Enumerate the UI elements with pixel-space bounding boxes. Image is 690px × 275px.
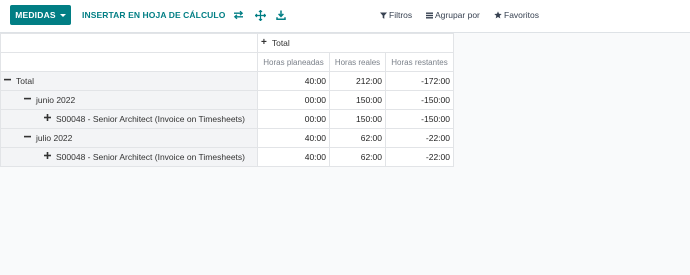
group-by-toggle[interactable]: Agrupar por [426, 8, 480, 22]
row-header-label: S00048 - Senior Architect (Invoice on Ti… [56, 113, 245, 124]
table-cell[interactable]: 00:00 [257, 109, 330, 129]
table-cell[interactable]: 150:00 [329, 90, 386, 110]
row-header-label: Total [16, 75, 34, 86]
table-cell[interactable]: 00:00 [257, 90, 330, 110]
favorites-label: Favoritos [504, 10, 539, 20]
measure-header-remaining-hours[interactable]: Horas restantes [385, 52, 454, 72]
column-header-label: Total [271, 37, 290, 48]
measures-label: MEDIDAS [15, 10, 56, 20]
pivot-corner-cell [0, 33, 258, 53]
table-cell[interactable]: 150:00 [329, 109, 386, 129]
pivot-body: Total 40:00 212:00 -172:00 junio 2022 00:00 15… [0, 71, 454, 167]
table-row: Total 40:00 212:00 -172:00 [0, 71, 454, 91]
table-row: S00048 - Senior Architect (Invoice on Ti… [0, 147, 454, 167]
table-row: junio 2022 00:00 150:00 -150:00 [0, 90, 454, 110]
favorites-toggle[interactable]: Favoritos [494, 8, 539, 22]
plus-icon: + [261, 37, 267, 49]
measure-header-planned-hours[interactable]: Horas planeadas [257, 52, 330, 72]
measures-dropdown-button[interactable]: MEDIDAS [10, 5, 71, 25]
row-header-label: junio 2022 [36, 94, 76, 105]
table-row: S00048 - Senior Architect (Invoice on Ti… [0, 109, 454, 129]
table-row: julio 2022 40:00 62:00 -22:00 [0, 128, 454, 148]
star-icon [494, 11, 502, 19]
row-header-label: julio 2022 [36, 132, 73, 143]
caret-down-icon [59, 13, 66, 17]
row-header[interactable]: S00048 - Senior Architect (Invoice on Ti… [0, 147, 258, 167]
insert-in-spreadsheet-button[interactable]: INSERTAR EN HOJA DE CÁLCULO [82, 8, 225, 22]
table-cell[interactable]: 40:00 [257, 147, 330, 167]
group-by-icon [426, 12, 433, 18]
table-cell[interactable]: -150:00 [385, 109, 454, 129]
table-cell[interactable]: 40:00 [257, 71, 330, 91]
row-header-label: S00048 - Senior Architect (Invoice on Ti… [56, 151, 245, 162]
row-header[interactable]: julio 2022 [0, 128, 258, 148]
minus-icon [4, 76, 11, 86]
row-header[interactable]: Total [0, 71, 258, 91]
plus-icon [44, 114, 51, 124]
column-header-total[interactable]: + Total [257, 33, 454, 53]
table-cell[interactable]: 62:00 [329, 128, 386, 148]
table-cell[interactable]: 62:00 [329, 147, 386, 167]
pivot-corner-cell [0, 52, 258, 72]
minus-icon [24, 133, 31, 143]
download-icon[interactable] [274, 8, 288, 22]
table-cell[interactable]: -172:00 [385, 71, 454, 91]
row-header[interactable]: S00048 - Senior Architect (Invoice on Ti… [0, 109, 258, 129]
table-cell[interactable]: -22:00 [385, 128, 454, 148]
group-by-label: Agrupar por [435, 10, 480, 20]
expand-all-icon[interactable] [253, 8, 267, 22]
flip-axis-icon[interactable] [231, 8, 245, 22]
pivot-table: + Total Horas planeadas Horas reales Hora… [0, 33, 454, 167]
table-cell[interactable]: 212:00 [329, 71, 386, 91]
control-panel: MEDIDAS INSERTAR EN HOJA DE CÁLCULO Filt… [0, 0, 690, 33]
filters-label: Filtros [389, 10, 413, 20]
filter-icon [380, 12, 387, 19]
minus-icon [24, 95, 31, 105]
row-header[interactable]: junio 2022 [0, 90, 258, 110]
filters-toggle[interactable]: Filtros [380, 8, 412, 22]
plus-icon [44, 152, 51, 162]
table-cell[interactable]: 40:00 [257, 128, 330, 148]
table-cell[interactable]: -22:00 [385, 147, 454, 167]
measure-header-actual-hours[interactable]: Horas reales [329, 52, 386, 72]
table-cell[interactable]: -150:00 [385, 90, 454, 110]
